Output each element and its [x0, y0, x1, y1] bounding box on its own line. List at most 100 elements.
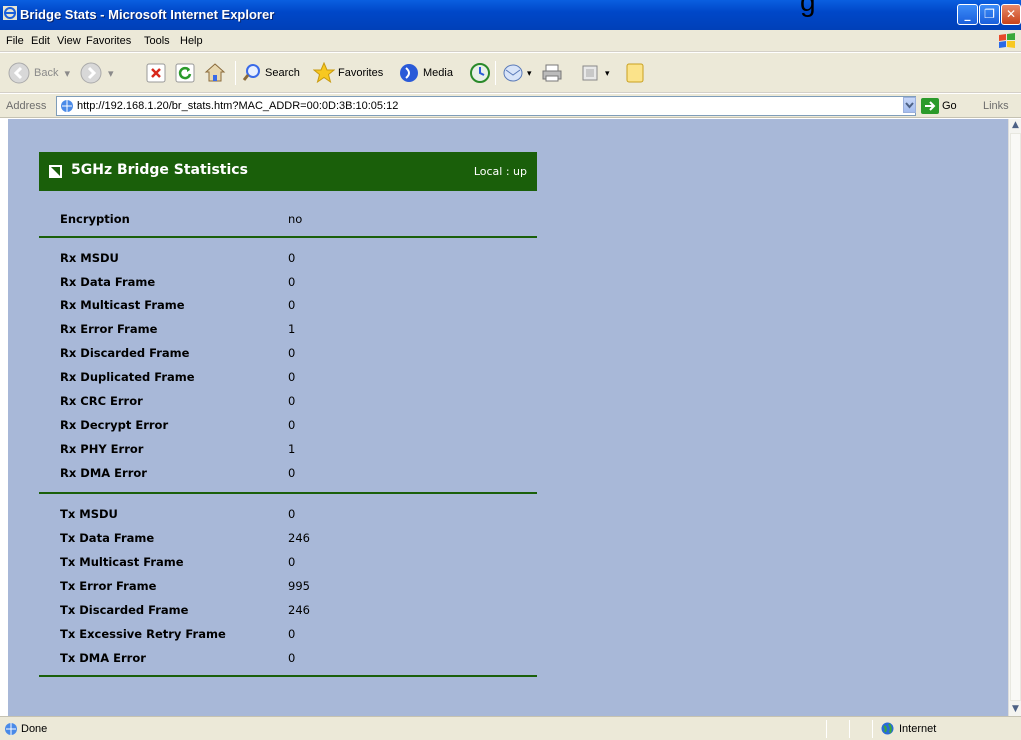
status-pane-divider	[849, 720, 850, 738]
address-bar: Address http://192.168.1.20/br_stats.htm…	[0, 94, 1021, 118]
window-title: Bridge Stats - Microsoft Internet Explor…	[20, 7, 275, 22]
forward-arrow-icon	[80, 62, 102, 84]
forward-button[interactable]: ▾	[80, 62, 114, 84]
mail-button[interactable]: ▾	[502, 62, 532, 84]
stat-label: Tx DMA Error	[60, 651, 146, 665]
stat-value: 246	[288, 531, 310, 545]
stat-label: Rx Multicast Frame	[60, 298, 185, 312]
scroll-up-icon[interactable]: ▲	[1009, 119, 1021, 132]
links-toolbar[interactable]: Links	[983, 100, 1009, 112]
address-label: Address	[6, 100, 47, 112]
stat-value: 0	[288, 651, 296, 665]
panel-title: 5GHz Bridge Statistics	[71, 162, 248, 178]
messenger-button[interactable]	[625, 62, 645, 84]
history-icon	[470, 63, 490, 83]
internet-globe-icon	[881, 722, 894, 735]
toolbar-separator	[235, 61, 236, 85]
stat-value: 0	[288, 346, 296, 360]
stop-icon	[146, 63, 166, 83]
title-bar[interactable]: Bridge Stats - Microsoft Internet Explor…	[0, 0, 1021, 30]
stat-label: Rx Decrypt Error	[60, 418, 169, 432]
stat-value: 995	[288, 579, 310, 593]
stat-value: no	[288, 212, 303, 226]
stat-label: Rx CRC Error	[60, 394, 143, 408]
security-zone: Internet	[899, 723, 937, 735]
scrollbar-thumb[interactable]	[1010, 133, 1021, 701]
mail-icon	[503, 64, 523, 82]
stat-label: Rx MSDU	[60, 251, 119, 265]
address-dropdown-button[interactable]	[903, 97, 916, 113]
refresh-button[interactable]	[175, 62, 195, 84]
menu-edit[interactable]: Edit	[31, 35, 50, 47]
content-left-edge	[0, 119, 8, 716]
stat-label: Encryption	[60, 212, 130, 226]
home-button[interactable]	[204, 62, 226, 84]
restore-button[interactable]: ❐	[979, 4, 1000, 25]
back-button[interactable]: Back ▾	[8, 62, 70, 84]
search-button[interactable]: Search	[242, 62, 300, 84]
status-pane-divider	[826, 720, 827, 738]
back-dropdown-icon: ▾	[64, 67, 70, 80]
search-icon	[242, 64, 260, 81]
menu-help[interactable]: Help	[180, 35, 203, 47]
stat-value: 0	[288, 418, 296, 432]
minimize-button[interactable]: _	[957, 4, 978, 25]
stat-value: 0	[288, 627, 296, 641]
stop-button[interactable]	[146, 62, 166, 84]
stat-value: 0	[288, 298, 296, 312]
page-icon	[61, 100, 73, 112]
stat-label: Rx Duplicated Frame	[60, 370, 195, 384]
section-divider	[39, 236, 537, 238]
status-bar: Done Internet	[0, 716, 1021, 740]
toolbar-separator	[495, 61, 496, 85]
link-status: Local : up	[473, 165, 527, 178]
media-icon	[400, 64, 418, 82]
stat-label: Tx Excessive Retry Frame	[60, 627, 226, 641]
stat-label: Tx Discarded Frame	[60, 603, 189, 617]
section-divider	[39, 492, 537, 494]
restore-icon: ❐	[984, 7, 995, 21]
page-done-icon	[5, 723, 17, 735]
panel-icon	[49, 165, 62, 178]
menu-view[interactable]: View	[57, 35, 81, 47]
menu-tools[interactable]: Tools	[144, 35, 170, 47]
vertical-scrollbar[interactable]: ▲ ▼	[1008, 119, 1021, 716]
status-pane-divider	[872, 720, 873, 738]
address-input[interactable]: http://192.168.1.20/br_stats.htm?MAC_ADD…	[56, 96, 916, 116]
stat-label: Rx PHY Error	[60, 442, 144, 456]
minimize-icon: _	[964, 7, 971, 21]
stat-label: Tx MSDU	[60, 507, 118, 521]
go-button[interactable]: Go	[921, 98, 957, 114]
close-button[interactable]: ✕	[1001, 4, 1021, 25]
address-url: http://192.168.1.20/br_stats.htm?MAC_ADD…	[77, 100, 399, 112]
print-button[interactable]	[541, 62, 563, 84]
back-arrow-icon	[8, 62, 30, 84]
stat-value: 0	[288, 394, 296, 408]
go-label: Go	[942, 100, 957, 112]
panel-header: 5GHz Bridge Statistics Local : up	[39, 152, 537, 191]
mail-dropdown-icon: ▾	[527, 67, 532, 78]
history-button[interactable]	[469, 62, 491, 84]
back-label: Back	[34, 67, 59, 79]
menu-favorites[interactable]: Favorites	[86, 35, 131, 47]
media-button[interactable]: Media	[398, 62, 453, 84]
toolbar: Back ▾ ▾ Search Favorites Media ▾ ▾	[0, 53, 1021, 93]
refresh-icon	[175, 63, 195, 83]
edit-dropdown-icon: ▾	[605, 67, 610, 78]
favorites-button[interactable]: Favorites	[313, 62, 383, 84]
stat-label: Rx Discarded Frame	[60, 346, 190, 360]
stat-label: Rx Data Frame	[60, 275, 156, 289]
scroll-down-icon[interactable]: ▼	[1009, 703, 1021, 716]
edit-button[interactable]: ▾	[580, 62, 610, 84]
section-divider	[39, 675, 537, 677]
edit-page-icon	[582, 65, 598, 81]
stat-value: 0	[288, 251, 296, 265]
note-icon	[626, 63, 644, 83]
favorites-star-icon	[313, 62, 335, 84]
stat-value: 246	[288, 603, 310, 617]
menu-file[interactable]: File	[6, 35, 24, 47]
search-label: Search	[265, 67, 300, 79]
favorites-label: Favorites	[338, 67, 384, 79]
go-arrow-icon	[921, 98, 939, 114]
stat-label: Tx Error Frame	[60, 579, 157, 593]
